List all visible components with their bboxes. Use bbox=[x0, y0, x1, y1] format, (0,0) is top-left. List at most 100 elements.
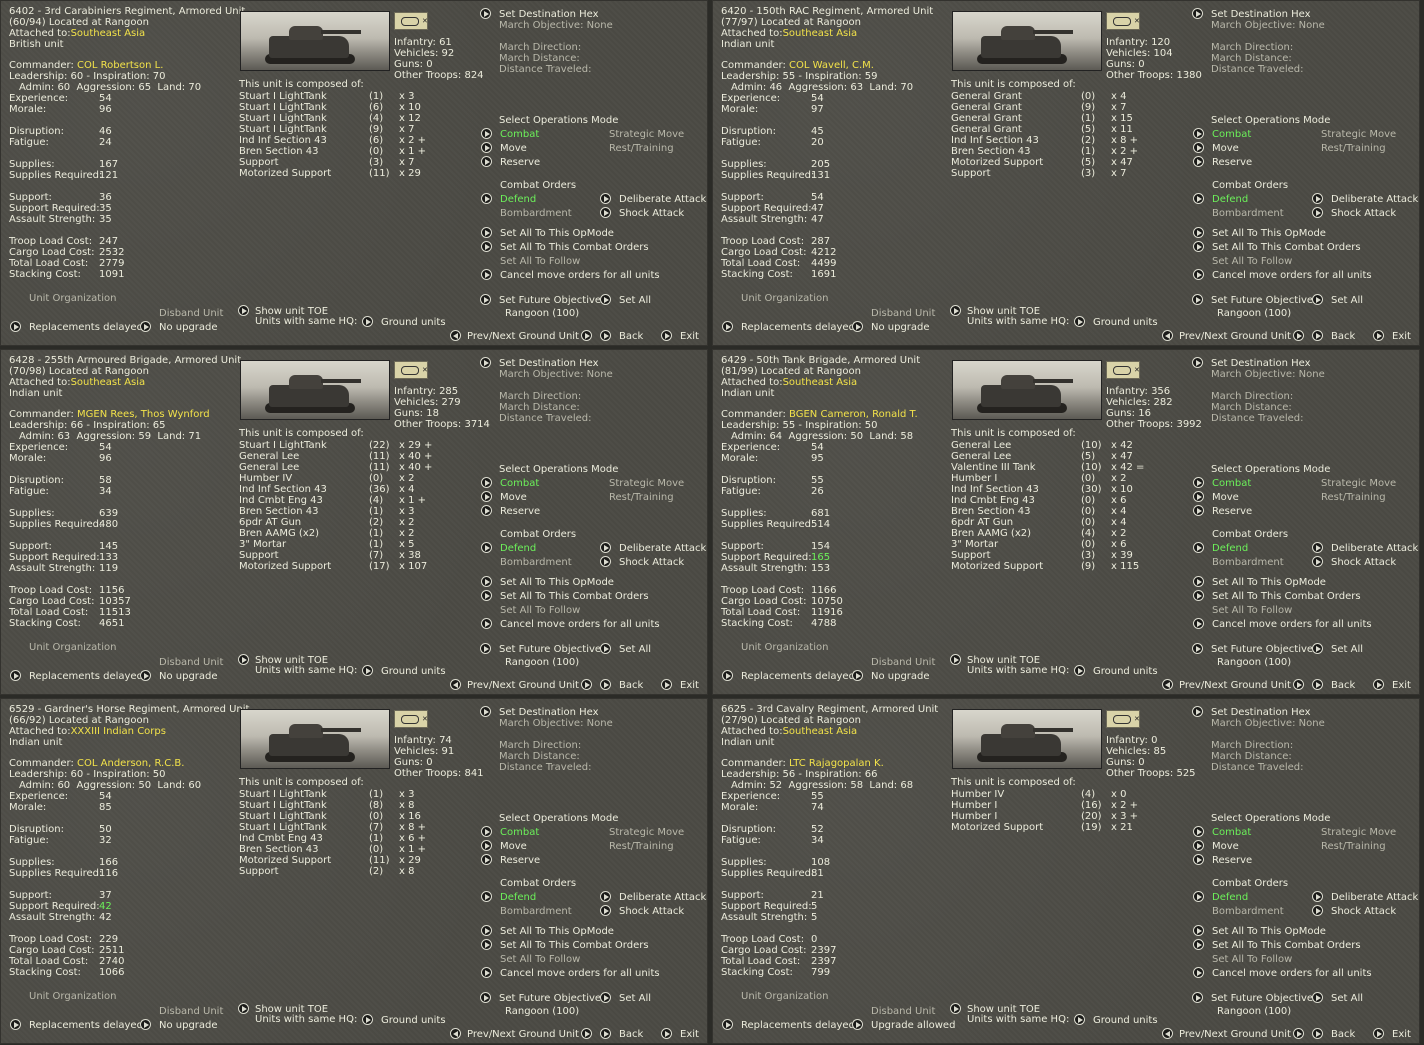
upgrade-toggle-label[interactable]: No upgrade bbox=[159, 1020, 218, 1031]
reserve-mode-icon[interactable] bbox=[1193, 505, 1204, 516]
combat-mode-icon[interactable] bbox=[481, 128, 492, 139]
exit-icon[interactable] bbox=[1373, 1028, 1384, 1039]
ground-units-icon[interactable] bbox=[1074, 316, 1085, 327]
defend-option[interactable]: Defend bbox=[1212, 194, 1248, 205]
unit-organization-button[interactable]: Unit Organization bbox=[29, 991, 116, 1002]
set-all-icon[interactable] bbox=[1312, 992, 1323, 1003]
set-all-opmode-icon[interactable] bbox=[481, 925, 492, 936]
back-button[interactable]: Back bbox=[1331, 331, 1355, 342]
defend-option[interactable]: Defend bbox=[1212, 543, 1248, 554]
commander-name[interactable]: COL Anderson, R.C.B. bbox=[77, 758, 184, 769]
shock-attack-icon[interactable] bbox=[600, 207, 611, 218]
deliberate-attack-icon[interactable] bbox=[1312, 542, 1323, 553]
back-button[interactable]: Back bbox=[1331, 1029, 1355, 1040]
cancel-move-icon[interactable] bbox=[481, 618, 492, 629]
set-all-opmode-icon[interactable] bbox=[481, 227, 492, 238]
unit-type-icon[interactable]: ✕ bbox=[394, 12, 428, 30]
set-all-combat-icon[interactable] bbox=[1193, 590, 1204, 601]
shock-attack-option[interactable]: Shock Attack bbox=[619, 208, 684, 219]
move-mode-option[interactable]: Move bbox=[500, 492, 527, 503]
reserve-mode-icon[interactable] bbox=[1193, 854, 1204, 865]
move-mode-option[interactable]: Move bbox=[500, 143, 527, 154]
set-destination-icon[interactable] bbox=[1192, 357, 1203, 368]
set-destination-button[interactable]: Set Destination Hex bbox=[499, 707, 599, 718]
defend-icon[interactable] bbox=[1193, 193, 1204, 204]
deliberate-attack-option[interactable]: Deliberate Attack bbox=[619, 543, 706, 554]
disband-unit-button[interactable]: Disband Unit bbox=[159, 308, 223, 319]
set-all-opmode-button[interactable]: Set All To This OpMode bbox=[500, 926, 614, 937]
shock-attack-icon[interactable] bbox=[1312, 556, 1323, 567]
set-all-opmode-button[interactable]: Set All To This OpMode bbox=[1212, 228, 1326, 239]
set-future-objective-button[interactable]: Set Future Objective bbox=[1211, 644, 1313, 655]
reserve-mode-icon[interactable] bbox=[481, 854, 492, 865]
combat-mode-option[interactable]: Combat bbox=[1212, 478, 1251, 489]
back-icon[interactable] bbox=[1312, 330, 1323, 341]
prev-unit-icon[interactable] bbox=[450, 1028, 461, 1039]
set-future-objective-icon[interactable] bbox=[480, 643, 491, 654]
combat-mode-option[interactable]: Combat bbox=[1212, 129, 1251, 140]
deliberate-attack-option[interactable]: Deliberate Attack bbox=[1331, 543, 1418, 554]
show-toe-icon[interactable] bbox=[238, 305, 249, 316]
upgrade-toggle-label[interactable]: No upgrade bbox=[159, 322, 218, 333]
reserve-mode-option[interactable]: Reserve bbox=[500, 506, 540, 517]
rest-training-option[interactable]: Rest/Training bbox=[1321, 143, 1386, 154]
back-button[interactable]: Back bbox=[619, 680, 643, 691]
set-all-opmode-icon[interactable] bbox=[481, 576, 492, 587]
next-unit-icon[interactable] bbox=[581, 679, 592, 690]
cancel-move-button[interactable]: Cancel move orders for all units bbox=[1212, 968, 1372, 979]
replacements-toggle-icon[interactable] bbox=[10, 321, 21, 332]
next-unit-icon[interactable] bbox=[1293, 679, 1304, 690]
upgrade-toggle-icon[interactable] bbox=[852, 670, 863, 681]
prev-unit-icon[interactable] bbox=[1162, 1028, 1173, 1039]
exit-icon[interactable] bbox=[1373, 330, 1384, 341]
set-future-objective-button[interactable]: Set Future Objective bbox=[1211, 993, 1313, 1004]
ground-units-icon[interactable] bbox=[362, 1014, 373, 1025]
exit-button[interactable]: Exit bbox=[680, 680, 699, 691]
prev-unit-icon[interactable] bbox=[1162, 679, 1173, 690]
set-all-combat-button[interactable]: Set All To This Combat Orders bbox=[1212, 940, 1361, 951]
reserve-mode-icon[interactable] bbox=[1193, 156, 1204, 167]
combat-mode-option[interactable]: Combat bbox=[500, 478, 539, 489]
set-destination-icon[interactable] bbox=[1192, 706, 1203, 717]
move-mode-option[interactable]: Move bbox=[1212, 143, 1239, 154]
ground-units-icon[interactable] bbox=[1074, 1014, 1085, 1025]
upgrade-toggle-label[interactable]: No upgrade bbox=[159, 671, 218, 682]
ground-units-button[interactable]: Ground units bbox=[381, 1015, 446, 1026]
shock-attack-option[interactable]: Shock Attack bbox=[1331, 557, 1396, 568]
back-icon[interactable] bbox=[600, 330, 611, 341]
prev-next-unit-label[interactable]: Prev/Next Ground Unit bbox=[467, 1029, 579, 1040]
unit-type-icon[interactable]: ✕ bbox=[394, 361, 428, 379]
set-future-objective-icon[interactable] bbox=[480, 992, 491, 1003]
unit-organization-button[interactable]: Unit Organization bbox=[741, 293, 828, 304]
attached-hq-link[interactable]: Southeast Asia bbox=[71, 28, 146, 39]
set-all-opmode-icon[interactable] bbox=[1193, 925, 1204, 936]
exit-button[interactable]: Exit bbox=[1392, 680, 1411, 691]
set-future-objective-icon[interactable] bbox=[1192, 643, 1203, 654]
set-all-combat-icon[interactable] bbox=[1193, 939, 1204, 950]
shock-attack-icon[interactable] bbox=[600, 556, 611, 567]
set-all-icon[interactable] bbox=[600, 992, 611, 1003]
ground-units-button[interactable]: Ground units bbox=[1093, 666, 1158, 677]
move-mode-option[interactable]: Move bbox=[1212, 492, 1239, 503]
move-mode-icon[interactable] bbox=[1193, 142, 1204, 153]
unit-organization-button[interactable]: Unit Organization bbox=[741, 642, 828, 653]
strategic-move-option[interactable]: Strategic Move bbox=[609, 478, 684, 489]
set-future-objective-button[interactable]: Set Future Objective bbox=[499, 644, 601, 655]
replacements-toggle-icon[interactable] bbox=[10, 670, 21, 681]
replacements-toggle-label[interactable]: Replacements delayed bbox=[29, 1020, 143, 1031]
replacements-toggle-label[interactable]: Replacements delayed bbox=[29, 322, 143, 333]
defend-icon[interactable] bbox=[481, 891, 492, 902]
defend-icon[interactable] bbox=[481, 193, 492, 204]
set-all-icon[interactable] bbox=[1312, 294, 1323, 305]
set-destination-button[interactable]: Set Destination Hex bbox=[1211, 707, 1311, 718]
defend-icon[interactable] bbox=[1193, 542, 1204, 553]
cancel-move-icon[interactable] bbox=[1193, 269, 1204, 280]
set-all-opmode-button[interactable]: Set All To This OpMode bbox=[1212, 577, 1326, 588]
ground-units-button[interactable]: Ground units bbox=[1093, 317, 1158, 328]
set-all-follow-button[interactable]: Set All To Follow bbox=[500, 954, 580, 965]
unit-type-icon[interactable]: ✕ bbox=[1106, 710, 1140, 728]
set-future-objective-button[interactable]: Set Future Objective bbox=[499, 993, 601, 1004]
combat-mode-icon[interactable] bbox=[1193, 128, 1204, 139]
set-all-combat-button[interactable]: Set All To This Combat Orders bbox=[500, 591, 649, 602]
set-all-icon[interactable] bbox=[600, 643, 611, 654]
